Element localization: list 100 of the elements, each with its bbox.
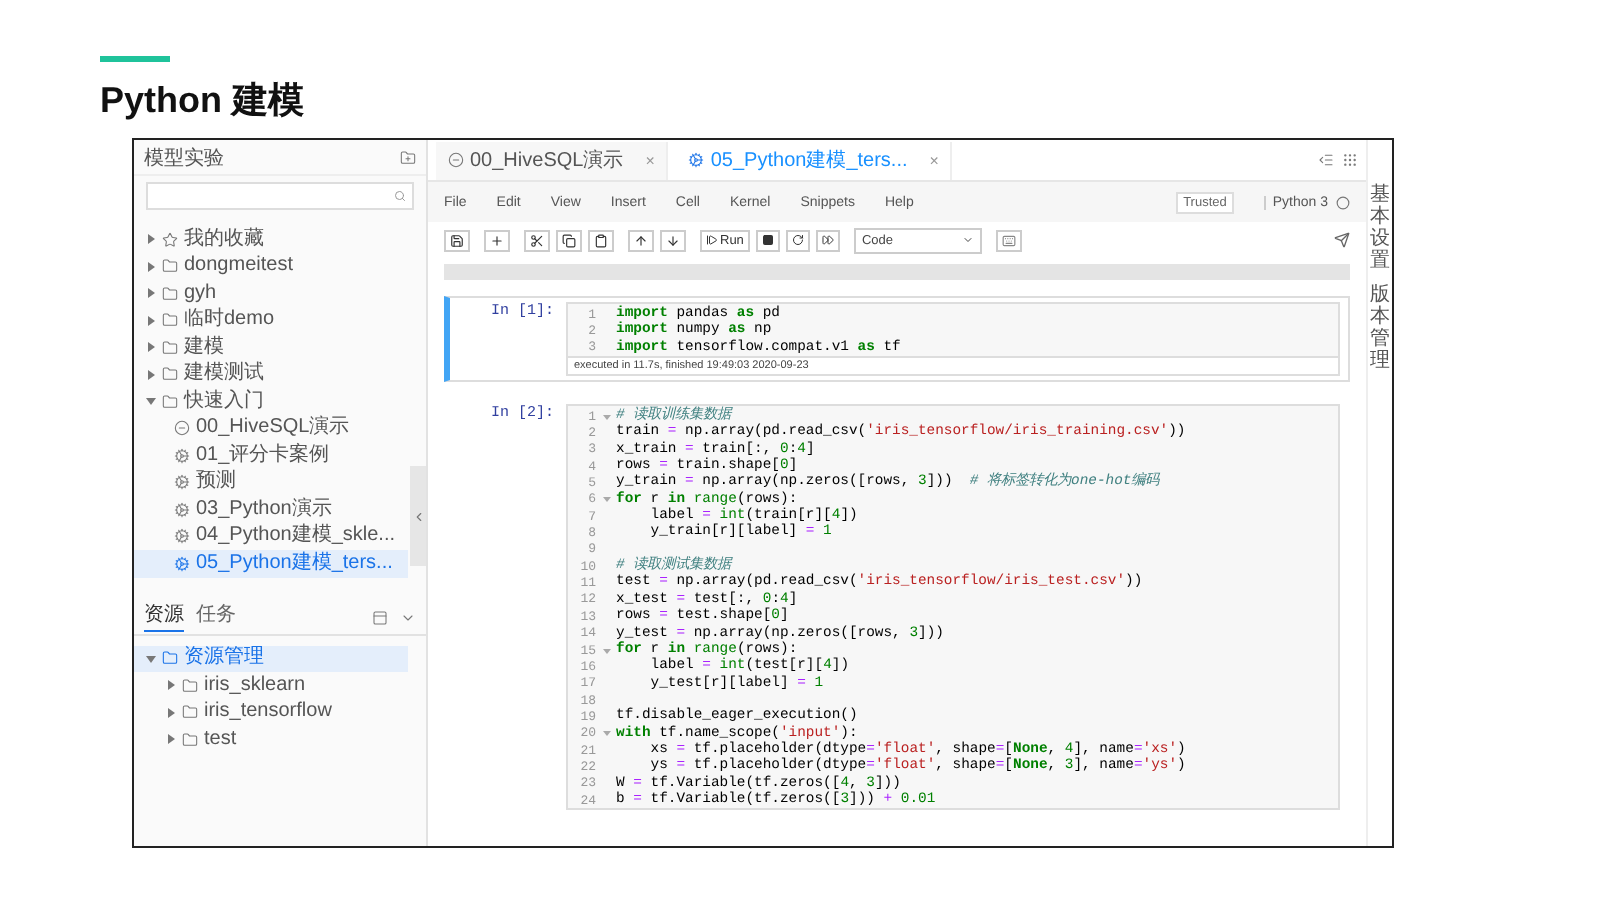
copy-button[interactable] (556, 229, 582, 251)
save-icon (450, 233, 464, 247)
search-icon[interactable] (394, 190, 406, 202)
caret-icon[interactable] (166, 680, 176, 691)
keyboard-icon (1001, 233, 1016, 247)
caret-icon[interactable] (146, 234, 156, 245)
arrow-down-icon (666, 233, 680, 247)
fold-caret-icon[interactable] (601, 728, 611, 739)
collapse-handle[interactable] (410, 466, 426, 566)
tree-item[interactable]: 03_Python演示 (134, 496, 408, 523)
tree-item[interactable]: 建模 (134, 334, 408, 361)
move-up-button[interactable] (628, 229, 654, 251)
scissors-icon (530, 233, 544, 247)
tree-item[interactable]: gyh (134, 280, 408, 307)
slide-title: Python 建模 (100, 80, 306, 122)
search-field[interactable] (146, 182, 414, 210)
folder-icon (182, 704, 198, 721)
fold-caret-icon[interactable] (601, 645, 611, 656)
folder-icon (162, 339, 178, 356)
tree-item[interactable]: 01_评分卡案例 (134, 442, 408, 469)
add-button[interactable] (484, 229, 510, 251)
tree-item-label: 04_Python建模_skle... (196, 524, 395, 549)
folder-icon (162, 393, 178, 410)
folder-icon (162, 650, 178, 667)
new-folder-icon[interactable] (400, 149, 416, 165)
tree-item-label: 快速入门 (184, 389, 264, 414)
send-icon[interactable] (1334, 232, 1350, 248)
panel-tab[interactable]: 任务 (196, 602, 236, 632)
tree-item[interactable]: iris_tensorflow (134, 699, 408, 726)
tree-item[interactable]: 00_HiveSQL演示 (134, 415, 408, 442)
stop-button[interactable] (755, 229, 780, 251)
fast-forward-icon (821, 234, 834, 246)
tree-item-label: 预测 (196, 470, 236, 495)
gear-icon (174, 447, 190, 464)
tree-item-label: 03_Python演示 (196, 497, 332, 522)
square-icon (761, 234, 774, 246)
save-button[interactable] (444, 229, 470, 251)
side-tab[interactable]: 基本设置 (1370, 184, 1390, 272)
folder-icon (162, 285, 178, 302)
caret-icon[interactable] (146, 288, 156, 299)
circle-minus-icon (174, 420, 190, 437)
tree-item-label: gyh (184, 281, 217, 306)
panel-tab[interactable]: 资源 (144, 602, 184, 632)
star-icon (162, 231, 178, 248)
folder-icon (162, 366, 178, 383)
tree-item-label: dongmeitest (184, 254, 293, 279)
tree-item-label: 我的收藏 (184, 227, 264, 252)
window-icon[interactable] (372, 609, 388, 625)
tree-item[interactable]: 我的收藏 (134, 226, 408, 253)
restart-button[interactable] (785, 229, 810, 251)
kernel-status-icon (1336, 195, 1350, 209)
chevron-left-icon (411, 509, 425, 523)
caret-icon[interactable] (146, 261, 156, 272)
gear-icon (174, 555, 190, 572)
tab-label: 05_Python建模_ters... (710, 147, 908, 174)
tree-item-label: iris_sklearn (204, 673, 306, 698)
tree-item-label: iris_tensorflow (204, 700, 332, 725)
tree-item[interactable]: 资源管理 (134, 645, 408, 672)
move-down-button[interactable] (660, 229, 686, 251)
tree-item[interactable]: dongmeitest (134, 253, 408, 280)
gear-icon (174, 474, 190, 491)
tree-item[interactable]: 预测 (134, 469, 408, 496)
caret-icon[interactable] (146, 396, 156, 407)
run-all-button[interactable] (815, 229, 840, 251)
tree-item-label: test (204, 727, 237, 752)
tree-item[interactable]: 05_Python建模_ters... (134, 550, 408, 577)
side-tab[interactable]: 版本管理 (1370, 284, 1390, 372)
keyboard-button[interactable] (995, 229, 1022, 251)
folder-icon (162, 312, 178, 329)
folder-icon (182, 677, 198, 694)
caret-icon[interactable] (166, 707, 176, 718)
paste-button[interactable] (588, 229, 614, 251)
caret-icon[interactable] (166, 734, 176, 745)
notebook-tab[interactable]: 00_HiveSQL演示 × (436, 141, 669, 179)
caret-icon[interactable] (146, 342, 156, 353)
cut-button[interactable] (524, 229, 550, 251)
tree-item-label: 资源管理 (184, 646, 264, 671)
accent-bar (100, 56, 170, 62)
step-forward-icon (706, 234, 718, 246)
plus-icon (490, 233, 504, 247)
caret-icon[interactable] (146, 653, 156, 664)
fold-caret-icon[interactable] (601, 494, 611, 505)
tree-item[interactable]: test (134, 726, 408, 753)
list-icon[interactable] (1318, 152, 1334, 168)
code-editor[interactable] (566, 404, 1340, 811)
folder-icon (182, 731, 198, 748)
tree-item[interactable]: 04_Python建模_skle... (134, 523, 408, 550)
tab-label: 00_HiveSQL演示 (470, 147, 624, 174)
grid-icon[interactable] (1342, 152, 1358, 168)
tree-item[interactable]: 快速入门 (134, 388, 408, 415)
clipboard-icon (594, 233, 608, 247)
tree-item[interactable]: 临时demo (134, 307, 408, 334)
tree-item[interactable]: iris_sklearn (134, 672, 408, 699)
tree-item[interactable]: 建模测试 (134, 361, 408, 388)
caret-icon[interactable] (146, 315, 156, 326)
caret-icon[interactable] (146, 369, 156, 380)
tree-item-label: 临时demo (184, 308, 275, 333)
gear-icon (174, 501, 190, 518)
arrow-up-icon (634, 233, 648, 247)
fold-caret-icon[interactable] (601, 411, 611, 422)
